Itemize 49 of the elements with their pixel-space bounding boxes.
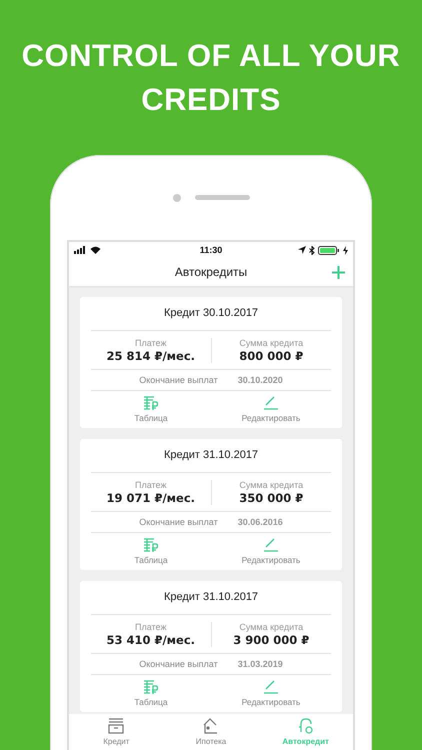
amount-label: Сумма кредита xyxy=(239,622,304,632)
camera-icon xyxy=(172,194,180,202)
credit-title: Кредит 30.10.2017 xyxy=(91,297,331,331)
edit-button[interactable]: Редактировать xyxy=(211,680,331,707)
edit-button[interactable]: Редактировать xyxy=(211,396,331,423)
end-date: 31.03.2019 xyxy=(238,659,283,669)
amount-label: Сумма кредита xyxy=(239,338,304,348)
amount-label: Сумма кредита xyxy=(239,480,304,490)
payment-value: 19 071 ₽/мес. xyxy=(106,490,196,504)
table-button[interactable]: Таблица xyxy=(91,538,211,565)
amount-value: 3 900 000 ₽ xyxy=(233,632,310,646)
add-button[interactable] xyxy=(330,264,347,281)
headline: CONTROL OF ALL YOUR CREDITS xyxy=(20,37,402,119)
end-date: 30.06.2016 xyxy=(238,517,283,527)
amount-value: 800 000 ₽ xyxy=(239,348,304,362)
status-time: 11:30 xyxy=(200,245,222,255)
payment-value: 25 814 ₽/мес. xyxy=(106,348,196,362)
speaker-icon xyxy=(194,195,250,200)
table-button[interactable]: Таблица xyxy=(91,680,211,707)
table-icon xyxy=(144,538,158,552)
tab[interactable]: Ипотека xyxy=(164,714,258,750)
table-icon xyxy=(144,680,158,694)
screen-title: Автокредиты xyxy=(174,265,248,279)
edit-button[interactable]: Редактировать xyxy=(211,538,331,565)
tab[interactable]: Автокредит xyxy=(258,714,353,750)
pencil-icon xyxy=(264,538,278,552)
bluetooth-icon xyxy=(309,246,315,254)
charging-icon xyxy=(343,246,348,254)
location-icon xyxy=(298,246,306,254)
house-icon xyxy=(203,718,219,734)
credit-title: Кредит 31.10.2017 xyxy=(91,439,331,473)
pencil-icon xyxy=(264,680,278,694)
table-icon xyxy=(144,396,158,410)
pencil-icon xyxy=(264,396,278,410)
payment-label: Платеж xyxy=(135,480,166,490)
credit-title: Кредит 31.10.2017 xyxy=(91,581,331,615)
end-label: Окончание выплат xyxy=(139,375,218,385)
battery-icon xyxy=(318,246,340,254)
payment-value: 53 410 ₽/мес. xyxy=(106,632,196,646)
payment-label: Платеж xyxy=(135,338,166,348)
end-label: Окончание выплат xyxy=(139,517,218,527)
tab[interactable]: Кредит xyxy=(69,714,164,750)
end-date: 30.10.2020 xyxy=(238,375,283,385)
end-label: Окончание выплат xyxy=(139,659,218,669)
table-button[interactable]: Таблица xyxy=(91,396,211,423)
wifi-icon xyxy=(90,246,101,254)
amount-value: 350 000 ₽ xyxy=(239,490,304,504)
payment-label: Платеж xyxy=(135,622,166,632)
signal-icon xyxy=(74,246,87,254)
